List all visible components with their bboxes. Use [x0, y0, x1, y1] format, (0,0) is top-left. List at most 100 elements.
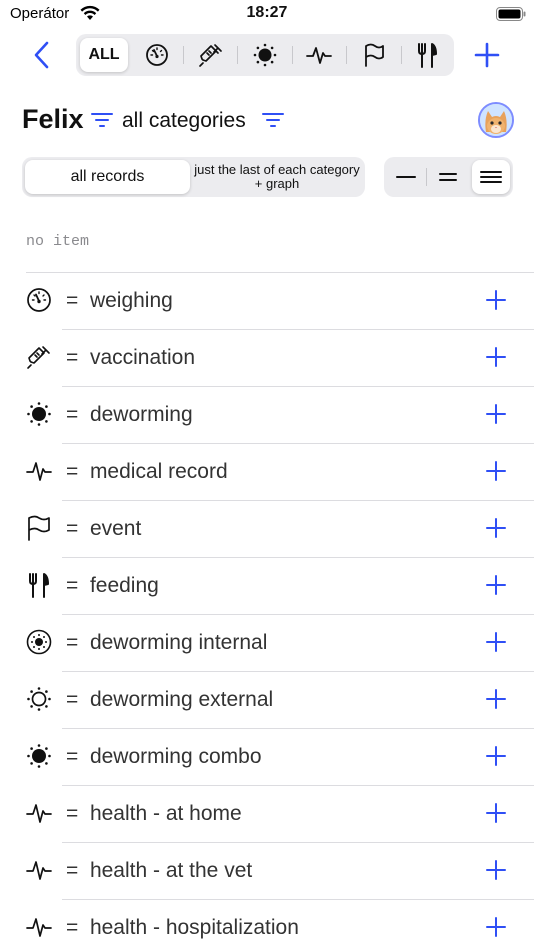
- all-records-option[interactable]: all records: [25, 160, 190, 194]
- tab-weighing[interactable]: [132, 38, 182, 72]
- category-label: = health - at the vet: [66, 859, 252, 883]
- add-record-button[interactable]: [482, 856, 510, 884]
- category-label: = health - hospitalization: [66, 916, 299, 940]
- equals-sign: =: [66, 688, 79, 711]
- empty-state-text: no item: [26, 233, 90, 250]
- syringe-icon: [199, 44, 222, 67]
- list-item[interactable]: = deworming external: [0, 671, 534, 728]
- circle-sun-icon: [26, 629, 52, 655]
- add-record-button[interactable]: [482, 628, 510, 656]
- category-label: = deworming combo: [66, 745, 262, 769]
- list-item[interactable]: = deworming internal: [0, 614, 534, 671]
- plus-icon: [474, 42, 500, 68]
- double-line-icon: [439, 173, 457, 181]
- tab-all[interactable]: ALL: [80, 38, 128, 72]
- density-selector: [384, 157, 513, 197]
- plus-icon: [486, 290, 506, 310]
- pulse-icon: [26, 458, 52, 484]
- plus-icon: [486, 803, 506, 823]
- list-item[interactable]: = event: [0, 500, 534, 557]
- plus-icon: [486, 917, 506, 937]
- filter-icon[interactable]: [91, 112, 113, 128]
- pet-avatar[interactable]: [478, 102, 514, 138]
- cat-photo-icon: [480, 104, 512, 136]
- pulse-icon: [26, 914, 52, 940]
- row-separator: [62, 671, 534, 672]
- row-separator: [62, 386, 534, 387]
- equals-sign: =: [66, 802, 79, 825]
- fork-knife-icon: [417, 43, 437, 68]
- equals-sign: =: [66, 403, 79, 426]
- row-separator: [62, 785, 534, 786]
- triple-line-icon: [480, 171, 502, 183]
- tab-deworming[interactable]: [240, 38, 290, 72]
- sun-outline-icon: [26, 686, 52, 712]
- chevron-left-icon: [34, 41, 49, 69]
- category-selector: ALL: [76, 34, 454, 76]
- density-full-option[interactable]: [472, 160, 510, 194]
- category-label: = health - at home: [66, 802, 242, 826]
- clock-time: 18:27: [246, 4, 288, 21]
- density-medium-option[interactable]: [429, 160, 467, 194]
- equals-sign: =: [66, 517, 79, 540]
- list-item[interactable]: = deworming combo: [0, 728, 534, 785]
- equals-sign: =: [66, 346, 79, 369]
- add-record-button[interactable]: [482, 571, 510, 599]
- density-compact-option[interactable]: [387, 160, 425, 194]
- all-records-label: all records: [70, 168, 145, 185]
- tab-all-label: ALL: [88, 46, 120, 63]
- last-each-option[interactable]: just the last of each category + graph: [192, 160, 362, 194]
- add-record-button[interactable]: [482, 400, 510, 428]
- category-name: deworming external: [89, 688, 274, 711]
- list-item[interactable]: = health - at the vet: [0, 842, 534, 899]
- pet-name[interactable]: Felix: [22, 104, 84, 135]
- equals-sign: =: [66, 916, 79, 939]
- add-record-button[interactable]: [482, 457, 510, 485]
- tab-feeding[interactable]: [403, 38, 450, 72]
- add-record-button[interactable]: [482, 343, 510, 371]
- tab-vaccination[interactable]: [186, 38, 236, 72]
- equals-sign: =: [66, 574, 79, 597]
- category-label: = deworming internal: [66, 631, 267, 655]
- list-item[interactable]: = weighing: [0, 272, 534, 329]
- add-record-button[interactable]: [482, 742, 510, 770]
- tab-medical[interactable]: [294, 38, 344, 72]
- category-name: event: [89, 517, 142, 540]
- sun-dots-icon: [26, 401, 52, 427]
- category-name: weighing: [89, 289, 173, 312]
- list-item[interactable]: = feeding: [0, 557, 534, 614]
- row-separator: [62, 614, 534, 615]
- add-record-button[interactable]: [482, 286, 510, 314]
- row-separator: [62, 557, 534, 558]
- category-list: = weighing = vaccination = deworming = m…: [0, 272, 534, 950]
- add-record-button[interactable]: [482, 913, 510, 941]
- add-record-button[interactable]: [482, 514, 510, 542]
- row-separator: [62, 728, 534, 729]
- category-name: deworming: [89, 403, 193, 426]
- filter-icon[interactable]: [262, 112, 284, 128]
- plus-icon: [486, 461, 506, 481]
- category-name: health - hospitalization: [89, 916, 299, 939]
- category-label: = vaccination: [66, 346, 195, 370]
- row-separator: [26, 272, 534, 273]
- row-separator: [62, 842, 534, 843]
- list-item[interactable]: = health - at home: [0, 785, 534, 842]
- pulse-icon: [26, 857, 52, 883]
- pulse-icon: [26, 800, 52, 826]
- sun-dots-icon: [253, 43, 277, 67]
- list-item[interactable]: = vaccination: [0, 329, 534, 386]
- status-bar: Operátor 18:27: [0, 0, 534, 28]
- add-button[interactable]: [470, 38, 504, 72]
- plus-icon: [486, 632, 506, 652]
- add-record-button[interactable]: [482, 685, 510, 713]
- list-item[interactable]: = medical record: [0, 443, 534, 500]
- back-button[interactable]: [28, 38, 56, 72]
- add-record-button[interactable]: [482, 799, 510, 827]
- category-label: = weighing: [66, 289, 173, 313]
- category-filter-label[interactable]: all categories: [122, 109, 246, 133]
- category-name: medical record: [89, 460, 228, 483]
- list-item[interactable]: = deworming: [0, 386, 534, 443]
- equals-sign: =: [66, 460, 79, 483]
- tab-event[interactable]: [349, 38, 399, 72]
- list-item[interactable]: = health - hospitalization: [0, 899, 534, 950]
